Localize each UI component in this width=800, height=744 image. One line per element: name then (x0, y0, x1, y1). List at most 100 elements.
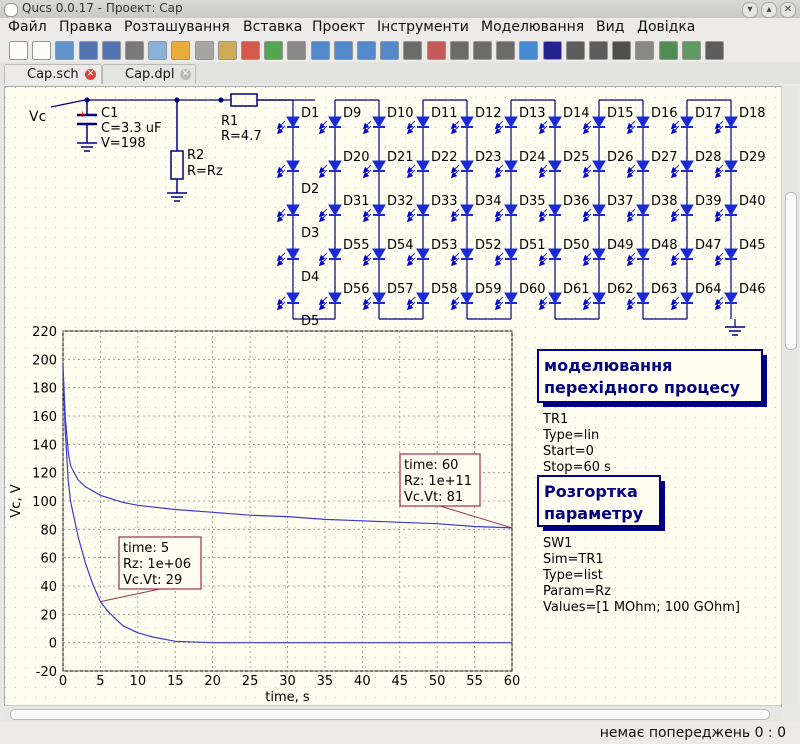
led-label: D18 (739, 106, 766, 121)
copy-icon[interactable] (194, 41, 214, 60)
cut-icon[interactable] (171, 41, 191, 60)
zoom-fit-icon[interactable] (310, 41, 330, 60)
port-icon[interactable] (635, 41, 655, 60)
x-axis-label: time, s (265, 690, 310, 705)
svg-text:+: + (79, 110, 87, 120)
y-tick-label: 20 (40, 608, 57, 623)
new-text-icon[interactable] (32, 41, 52, 60)
menu-edit[interactable]: Правка (59, 19, 112, 35)
ground-icon[interactable] (612, 41, 632, 60)
menu-view[interactable]: Вид (596, 19, 624, 35)
menu-positioning[interactable]: Розташування (124, 19, 230, 35)
zoom-selection-icon[interactable] (380, 41, 400, 60)
schematic-canvas[interactable]: Vc + C1 C=3.3 uF V=198 R1 R=4.7 R2 R=Rz … (4, 86, 782, 707)
mirror-y-icon[interactable] (496, 41, 516, 60)
sweep-line: Sim=TR1 (543, 552, 604, 567)
undo-icon[interactable] (264, 41, 284, 60)
c1-voltage: V=198 (101, 136, 146, 151)
save-icon[interactable] (78, 41, 98, 60)
led-label: D59 (475, 282, 502, 297)
vertical-scrollbar[interactable] (781, 86, 799, 705)
marker-line: time: 5 (123, 541, 169, 556)
led-label: D17 (695, 106, 722, 121)
led-label: D37 (607, 194, 634, 209)
led-label: D54 (387, 238, 414, 253)
led-label: D60 (519, 282, 546, 297)
led-label: D13 (519, 106, 546, 121)
simulate-icon[interactable] (658, 41, 678, 60)
menu-file[interactable]: Файл (8, 19, 47, 35)
paste-icon[interactable] (217, 41, 237, 60)
y-tick-label: 160 (32, 410, 57, 425)
led-label: D40 (739, 194, 766, 209)
led-label: D57 (387, 282, 414, 297)
marker-line: Rz: 1e+11 (404, 474, 472, 489)
tab-bar: Cap.sch ✕ Cap.dpl ✕ (0, 62, 800, 84)
led-label: D50 (563, 238, 590, 253)
r1-name: R1 (221, 114, 238, 129)
save-all-icon[interactable] (101, 41, 121, 60)
label-icon[interactable] (565, 41, 585, 60)
sim-title-1: моделювання (544, 356, 672, 375)
sim-line: Stop=60 s (543, 460, 611, 475)
menu-insert[interactable]: Вставка (243, 19, 302, 35)
r2-resistance: R=Rz (187, 164, 223, 179)
horizontal-scroll-thumb[interactable] (10, 709, 770, 720)
led-label: D14 (563, 106, 590, 121)
deactivate-icon[interactable] (426, 41, 446, 60)
marker-icon[interactable] (705, 41, 724, 60)
y-tick-label: 40 (40, 580, 57, 595)
x-tick-label: 45 (391, 674, 408, 689)
tab-close-icon[interactable]: ✕ (85, 69, 96, 80)
x-tick-label: 5 (96, 674, 104, 689)
led-label: D56 (343, 282, 370, 297)
menu-simulation[interactable]: Моделювання (481, 19, 584, 35)
led-label: D63 (651, 282, 678, 297)
close-window-button[interactable]: ✕ (780, 2, 796, 18)
y-tick-label: 200 (32, 353, 57, 368)
menu-project[interactable]: Проект (312, 19, 365, 35)
r1-resistance: R=4.7 (221, 129, 262, 144)
print-icon[interactable] (148, 41, 168, 60)
menu-tools[interactable]: Інструменти (377, 19, 469, 35)
vertical-scroll-thumb[interactable] (785, 192, 797, 350)
led-label: D49 (607, 238, 634, 253)
view-data-icon[interactable] (681, 41, 701, 60)
select-icon[interactable] (403, 41, 423, 60)
horizontal-scrollbar[interactable] (4, 705, 781, 723)
equation-icon[interactable] (589, 41, 608, 60)
led-label: D32 (387, 194, 414, 209)
minimize-button[interactable]: ▾ (742, 2, 758, 18)
redo-icon[interactable] (287, 41, 307, 60)
led-label: D1 (301, 106, 319, 121)
r2-name: R2 (187, 148, 204, 163)
wire-icon[interactable] (542, 41, 562, 60)
menu-help[interactable]: Довідка (637, 19, 695, 35)
zoom-out-icon[interactable] (357, 41, 376, 60)
y-tick-label: 0 (49, 637, 57, 652)
tab-cap-sch[interactable]: Cap.sch ✕ (4, 64, 102, 84)
open-icon[interactable] (55, 41, 75, 60)
x-tick-label: 0 (59, 674, 67, 689)
zoom-in-icon[interactable] (333, 41, 353, 60)
mirror-x-icon[interactable] (473, 41, 492, 60)
led-label: D33 (431, 194, 458, 209)
led-label: D9 (343, 106, 361, 121)
x-tick-label: 55 (466, 674, 483, 689)
go-into-icon[interactable] (519, 41, 539, 60)
new-icon[interactable] (9, 41, 28, 60)
close-icon[interactable] (125, 41, 144, 60)
rotate-icon[interactable] (449, 41, 469, 60)
led-label: D11 (431, 106, 458, 121)
led-label: D16 (651, 106, 678, 121)
status-message: немає попереджень 0 : 0 (599, 725, 786, 741)
sweep-line: SW1 (543, 536, 572, 551)
delete-icon[interactable] (241, 41, 260, 60)
marker-line: Vc.Vt: 29 (123, 573, 182, 588)
marker-line: Rz: 1e+06 (123, 557, 191, 572)
tab-cap-dpl[interactable]: Cap.dpl ✕ (102, 64, 196, 84)
led-label: D34 (475, 194, 502, 209)
tab-close-icon[interactable]: ✕ (180, 69, 191, 80)
maximize-button[interactable]: ▴ (761, 2, 777, 18)
window-title: Qucs 0.0.17 - Проект: Cap (22, 1, 183, 15)
